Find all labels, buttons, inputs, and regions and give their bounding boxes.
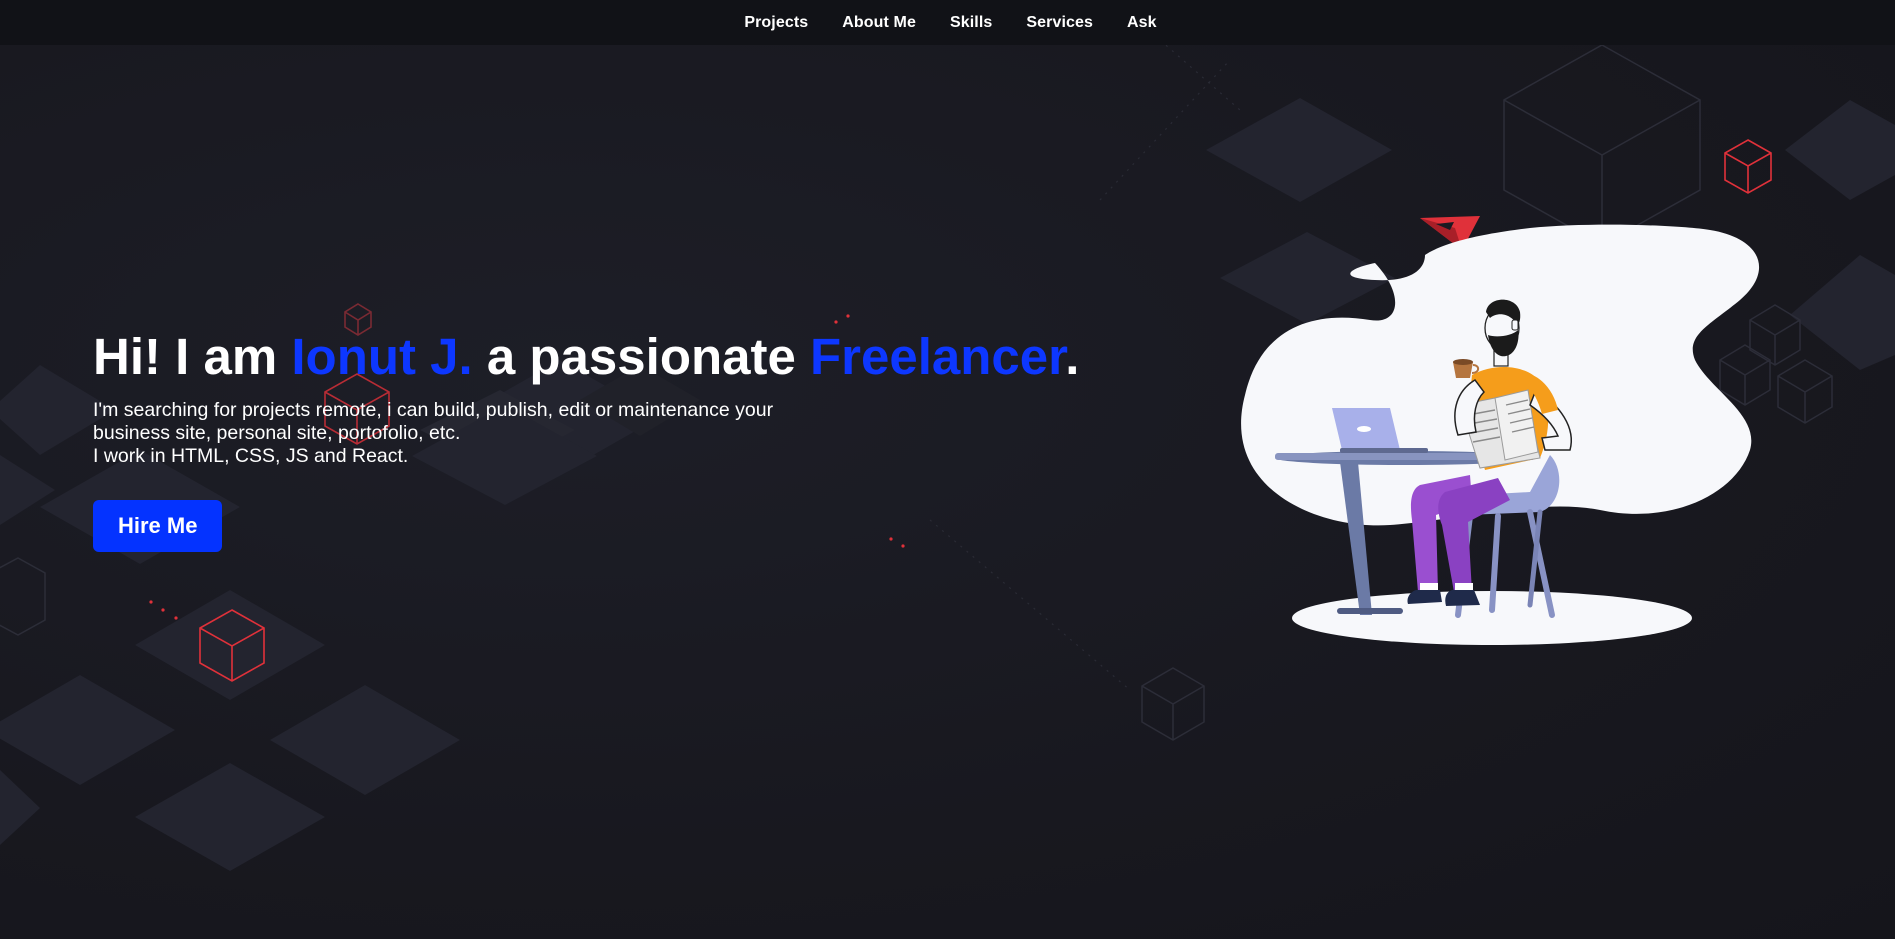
top-navbar: Projects About Me Skills Services Ask — [0, 0, 1895, 45]
title-suffix: . — [1065, 328, 1080, 385]
description-line-1: I'm searching for projects remote, i can… — [93, 399, 774, 444]
page: Projects About Me Skills Services Ask Hi… — [0, 0, 1895, 939]
title-middle: a passionate — [472, 328, 811, 385]
nav-about-me[interactable]: About Me — [842, 14, 916, 32]
description-line-2: I work in HTML, CSS, JS and React. — [93, 445, 409, 467]
nav-menu: Projects About Me Skills Services Ask — [744, 14, 1156, 32]
nav-ask[interactable]: Ask — [1127, 14, 1157, 32]
title-prefix: Hi! I am — [93, 328, 292, 385]
hero-title: Hi! I am Ionut J. a passionate Freelance… — [93, 327, 1093, 387]
nav-projects[interactable]: Projects — [744, 14, 808, 32]
nav-services[interactable]: Services — [1026, 14, 1093, 32]
hero-role: Freelancer — [810, 328, 1066, 385]
hero-description: I'm searching for projects remote, i can… — [93, 399, 813, 468]
hero-section: Hi! I am Ionut J. a passionate Freelance… — [93, 327, 1093, 552]
freelancer-illustration — [1241, 216, 1760, 645]
nav-skills[interactable]: Skills — [950, 14, 992, 32]
hire-me-button[interactable]: Hire Me — [93, 500, 223, 552]
hero-name: Ionut J. — [291, 328, 473, 385]
